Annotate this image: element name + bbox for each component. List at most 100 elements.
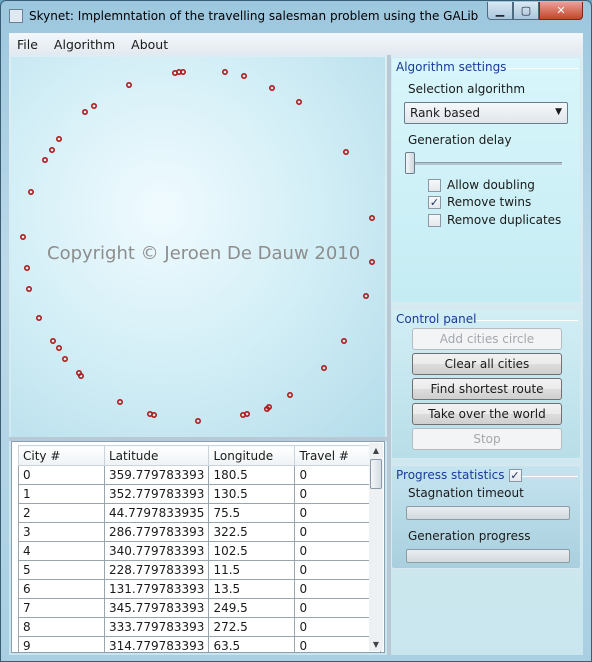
table-cell: 249.5 [208, 598, 296, 618]
city-point [91, 102, 98, 109]
city-point [368, 215, 375, 222]
table-cell: 272.5 [208, 617, 296, 637]
table-row[interactable]: 8 333.779783393 272.5 0 [18, 617, 382, 637]
city-point [82, 108, 89, 115]
city-point [41, 157, 48, 164]
city-point [48, 147, 55, 154]
control-panel: Control panel Add cities circle Clear al… [391, 309, 581, 459]
generation-delay-track[interactable] [406, 162, 562, 165]
table-cell: 314.779783393 [103, 636, 210, 652]
app-icon [9, 9, 23, 23]
table-cell: 102.5 [208, 541, 296, 561]
table-row[interactable]: 3 286.779783393 322.5 0 [18, 522, 382, 542]
table-cell: 6 [18, 579, 105, 599]
close-button[interactable]: ✕ [539, 2, 583, 20]
minimize-button[interactable]: ▁ [487, 2, 513, 20]
progress-statistics-panel: Progress statistics ✓ Stagnation timeout… [391, 465, 581, 569]
checkbox-box[interactable] [428, 213, 441, 227]
progress-statistics-checkbox[interactable]: ✓ [508, 468, 522, 482]
app-window: Skynet: Implemntation of the travelling … [0, 0, 592, 662]
city-point [78, 372, 85, 379]
table-row[interactable]: 1 352.779783393 130.5 0 [18, 484, 382, 504]
stop-button[interactable]: Stop [412, 428, 562, 450]
take-over-the-world-button[interactable]: Take over the world [412, 403, 562, 425]
scroll-thumb[interactable] [370, 459, 382, 489]
cities-grid[interactable]: City # Latitude Longitude Travel # 0 359.… [11, 441, 385, 653]
table-cell: 322.5 [208, 522, 296, 542]
table-cell: 3 [18, 522, 105, 542]
allow-doubling-label: Allow doubling [447, 178, 535, 192]
selection-algorithm-dropdown[interactable]: Rank based ▼ [404, 102, 568, 124]
stagnation-timeout-label: Stagnation timeout [408, 486, 524, 500]
menu-algorithm[interactable]: Algorithm [46, 37, 123, 52]
checkbox-box[interactable] [428, 178, 441, 192]
table-cell: 352.779783393 [103, 484, 210, 504]
clear-all-cities-button[interactable]: Clear all cities [412, 353, 562, 375]
find-shortest-route-button[interactable]: Find shortest route [412, 378, 562, 400]
city-point [27, 189, 34, 196]
table-cell: 1 [18, 484, 105, 504]
column-header-city[interactable]: City # [18, 445, 105, 466]
city-map-canvas[interactable]: Copyright © Jeroen De Dauw 2010 [11, 57, 385, 437]
table-cell: 286.779783393 [103, 522, 210, 542]
table-cell: 180.5 [208, 465, 296, 485]
table-cell: 2 [18, 503, 105, 523]
table-cell: 228.779783393 [103, 560, 210, 580]
generation-delay-slider[interactable] [405, 152, 415, 174]
city-point [55, 344, 62, 351]
window-title: Skynet: Implemntation of the travelling … [29, 9, 479, 23]
table-row[interactable]: 9 314.779783393 63.5 0 [18, 636, 382, 652]
table-cell: 9 [18, 636, 105, 652]
table-row[interactable]: 4 340.779783393 102.5 0 [18, 541, 382, 561]
generation-progress-bar [406, 549, 570, 563]
table-cell: 13.5 [208, 579, 296, 599]
city-point [151, 411, 158, 418]
selection-algorithm-label: Selection algorithm [408, 82, 526, 96]
table-scrollbar[interactable]: ▲ ▼ [369, 443, 383, 651]
remove-twins-label: Remove twins [447, 195, 532, 209]
city-point [55, 136, 62, 143]
scroll-up-icon[interactable]: ▲ [369, 443, 383, 457]
table-row[interactable]: 5 228.779783393 11.5 0 [18, 560, 382, 580]
caption-buttons: ▁ ▢ ✕ [487, 2, 583, 20]
remove-duplicates-checkbox[interactable]: Remove duplicates [428, 213, 561, 227]
progress-statistics-title: Progress statistics [396, 468, 505, 482]
generation-progress-label: Generation progress [408, 529, 531, 543]
generation-delay-label: Generation delay [408, 133, 512, 147]
table-cell: 131.779783393 [103, 579, 210, 599]
table-cell: 130.5 [208, 484, 296, 504]
city-point [295, 98, 302, 105]
menu-about[interactable]: About [123, 37, 176, 52]
algorithm-settings-panel: Algorithm settings Selection algorithm R… [391, 57, 581, 303]
table-row[interactable]: 2 44.7797833935 75.5 0 [18, 503, 382, 523]
table-body: 0 359.779783393 180.5 0 1 352.779783393 130.5 0… [18, 465, 382, 652]
table-row[interactable]: 0 359.779783393 180.5 0 [18, 465, 382, 485]
table-cell: 11.5 [208, 560, 296, 580]
city-point [26, 286, 33, 293]
table-cell: 340.779783393 [103, 541, 210, 561]
table-row[interactable]: 7 345.779783393 249.5 0 [18, 598, 382, 618]
menu-file[interactable]: File [9, 37, 46, 52]
checkbox-box[interactable]: ✓ [428, 195, 441, 209]
city-point [180, 69, 187, 76]
table-cell: 359.779783393 [103, 465, 210, 485]
city-point [342, 149, 349, 156]
column-header-longitude[interactable]: Longitude [208, 445, 296, 466]
city-point [340, 337, 347, 344]
maximize-button[interactable]: ▢ [513, 2, 539, 20]
table-cell: 345.779783393 [103, 598, 210, 618]
add-cities-circle-button[interactable]: Add cities circle [412, 328, 562, 350]
remove-twins-checkbox[interactable]: ✓ Remove twins [428, 195, 531, 209]
table-cell: 333.779783393 [103, 617, 210, 637]
scroll-down-icon[interactable]: ▼ [369, 637, 383, 651]
column-header-latitude[interactable]: Latitude [103, 445, 210, 466]
title-bar[interactable]: Skynet: Implemntation of the travelling … [1, 1, 591, 31]
table-row[interactable]: 6 131.779783393 13.5 0 [18, 579, 382, 599]
city-point [222, 69, 229, 76]
city-point [49, 337, 56, 344]
allow-doubling-checkbox[interactable]: Allow doubling [428, 178, 535, 192]
remove-duplicates-label: Remove duplicates [447, 213, 562, 227]
city-point [195, 417, 202, 424]
stagnation-timeout-bar [406, 506, 570, 520]
chevron-down-icon: ▼ [555, 107, 562, 117]
